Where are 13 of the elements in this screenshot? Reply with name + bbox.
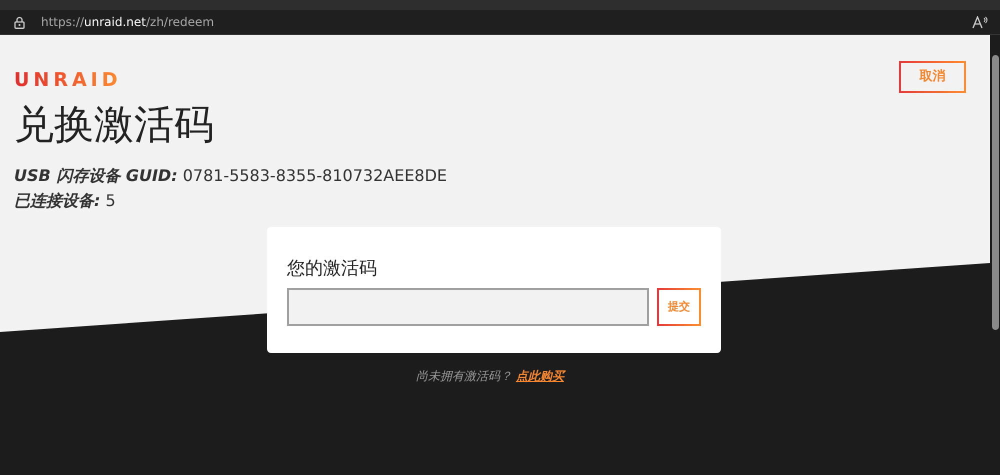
scrollbar-thumb[interactable] bbox=[992, 55, 998, 330]
lock-icon[interactable] bbox=[14, 16, 25, 28]
read-aloud-icon[interactable] bbox=[972, 16, 988, 28]
info-label: USB 闪存设备 GUID: bbox=[14, 166, 178, 185]
info-value: 5 bbox=[106, 191, 116, 210]
prompt-text: 尚未拥有激活码？ bbox=[416, 369, 512, 383]
info-label: 已连接设备: bbox=[14, 191, 100, 210]
info-value: 0781-5583-8355-810732AEE8DE bbox=[182, 166, 448, 185]
field-label: 您的激活码 bbox=[287, 257, 378, 281]
page-title: 兑换激活码 bbox=[14, 101, 215, 149]
buy-link[interactable]: 点此购买 bbox=[516, 369, 564, 383]
address-bar-url[interactable]: https://unraid.net/zh/redeem bbox=[41, 13, 214, 31]
activation-code-field[interactable] bbox=[287, 288, 649, 326]
